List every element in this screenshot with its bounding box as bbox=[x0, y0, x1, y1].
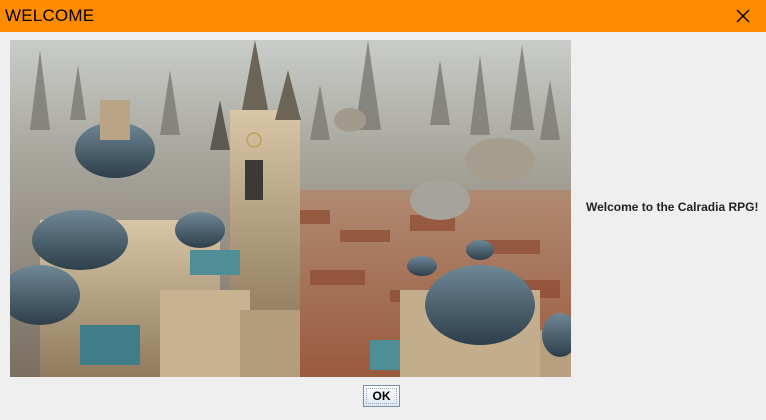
ok-button[interactable]: OK bbox=[363, 385, 400, 407]
welcome-message: Welcome to the Calradia RPG! bbox=[586, 200, 759, 214]
close-button[interactable] bbox=[720, 0, 766, 32]
welcome-dialog: WELCOME Welcome to the Calradia RPG! OK bbox=[0, 0, 766, 420]
focus-ring bbox=[366, 388, 397, 404]
window-title: WELCOME bbox=[5, 6, 95, 25]
city-illustration bbox=[10, 40, 571, 377]
title-bar[interactable]: WELCOME bbox=[0, 0, 766, 32]
close-icon bbox=[736, 9, 750, 23]
